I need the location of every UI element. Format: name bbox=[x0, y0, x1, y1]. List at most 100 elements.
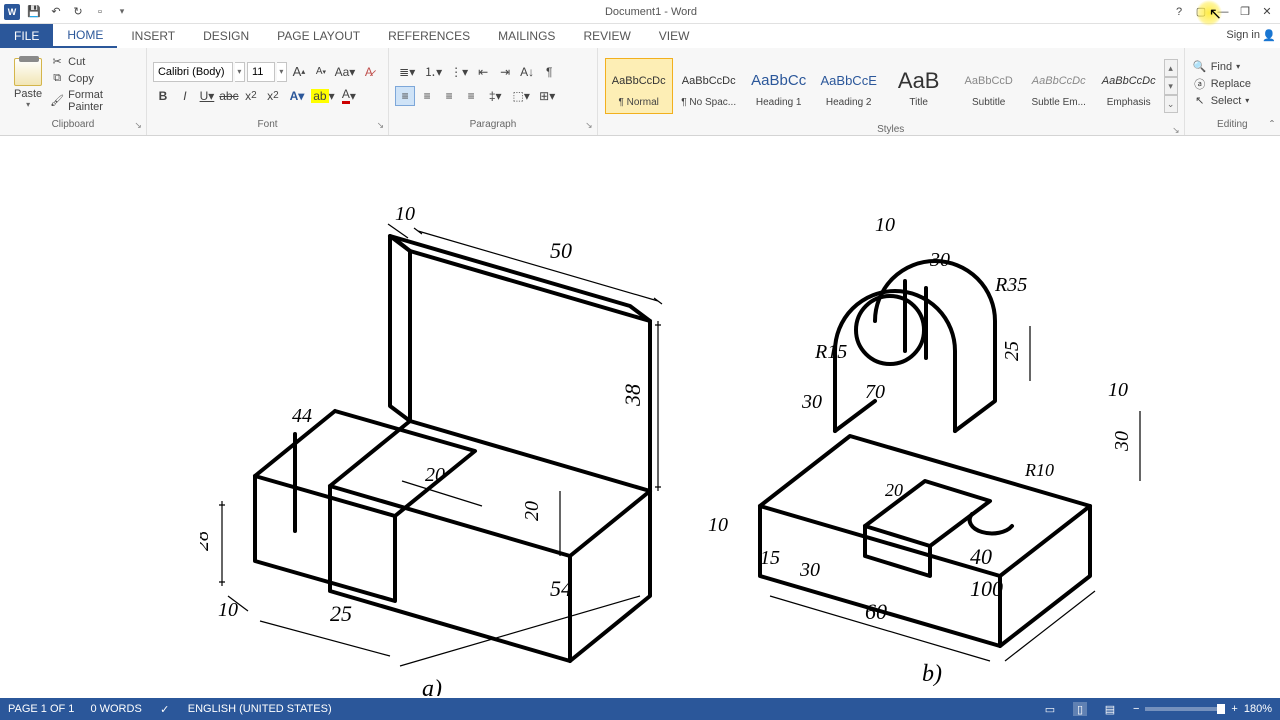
group-label-editing: Editing bbox=[1185, 119, 1280, 135]
tab-insert[interactable]: INSERT bbox=[117, 24, 189, 48]
qat-customize-icon[interactable]: ▾ bbox=[114, 4, 130, 20]
redo-icon[interactable]: ↻ bbox=[70, 4, 86, 20]
svg-text:54: 54 bbox=[550, 576, 572, 601]
status-language[interactable]: ENGLISH (UNITED STATES) bbox=[188, 703, 332, 715]
style-subtle-em[interactable]: AaBbCcDcSubtle Em... bbox=[1025, 58, 1093, 114]
grow-font-icon[interactable]: A▴ bbox=[289, 62, 309, 82]
sort-icon[interactable]: A↓ bbox=[517, 62, 537, 82]
svg-text:20: 20 bbox=[521, 501, 543, 521]
font-size-field[interactable] bbox=[247, 62, 275, 82]
italic-icon[interactable]: I bbox=[175, 86, 195, 106]
undo-icon[interactable]: ↶ bbox=[48, 4, 64, 20]
strike-icon[interactable]: abc bbox=[219, 86, 239, 106]
ribbon-display-icon[interactable]: ▢ bbox=[1194, 5, 1208, 19]
clipboard-dialog-icon[interactable]: ↘ bbox=[134, 120, 142, 131]
sign-in[interactable]: Sign in👤 bbox=[1226, 28, 1276, 42]
svg-text:10: 10 bbox=[218, 599, 238, 621]
styles-more-icon[interactable]: ⌄ bbox=[1164, 95, 1178, 113]
font-size-dropdown[interactable]: ▾ bbox=[277, 62, 287, 82]
copy-icon: ⧉ bbox=[50, 72, 64, 86]
bold-icon[interactable]: B bbox=[153, 86, 173, 106]
numbering-icon[interactable]: ⒈▾ bbox=[421, 62, 445, 82]
help-icon[interactable]: ? bbox=[1172, 5, 1186, 19]
multilevel-icon[interactable]: ⋮▾ bbox=[447, 62, 471, 82]
line-spacing-icon[interactable]: ‡▾ bbox=[483, 86, 507, 106]
style-no-spacing[interactable]: AaBbCcDc¶ No Spac... bbox=[675, 58, 743, 114]
web-layout-icon[interactable]: ▤ bbox=[1103, 702, 1117, 716]
status-page[interactable]: PAGE 1 OF 1 bbox=[8, 703, 74, 715]
tab-file[interactable]: FILE bbox=[0, 24, 53, 48]
status-words[interactable]: 0 WORDS bbox=[90, 703, 141, 715]
shrink-font-icon[interactable]: A▾ bbox=[311, 62, 331, 82]
font-color-icon[interactable]: A▾ bbox=[337, 86, 361, 106]
minimize-icon[interactable]: — bbox=[1216, 5, 1230, 19]
borders-icon[interactable]: ⊞▾ bbox=[535, 86, 559, 106]
cut-button[interactable]: ✂Cut bbox=[50, 55, 140, 69]
superscript-icon[interactable]: x2 bbox=[263, 86, 283, 106]
tab-home[interactable]: HOME bbox=[53, 24, 117, 48]
replace-button[interactable]: ⓐReplace bbox=[1193, 77, 1251, 91]
styles-gallery[interactable]: AaBbCcDc¶ Normal AaBbCcDc¶ No Spac... Aa… bbox=[604, 50, 1178, 122]
clear-format-icon[interactable]: A̷ bbox=[359, 62, 379, 82]
style-subtitle[interactable]: AaBbCcDSubtitle bbox=[955, 58, 1023, 114]
zoom-in-icon[interactable]: + bbox=[1231, 703, 1237, 715]
find-button[interactable]: 🔍Find▾ bbox=[1193, 60, 1251, 74]
change-case-icon[interactable]: Aa▾ bbox=[333, 62, 357, 82]
collapse-ribbon-icon[interactable]: ˆ bbox=[1270, 118, 1274, 132]
font-name-field[interactable] bbox=[153, 62, 233, 82]
styles-scroll-down-icon[interactable]: ▾ bbox=[1164, 77, 1178, 95]
subscript-icon[interactable]: x2 bbox=[241, 86, 261, 106]
drawing-b: 10 30 R35 R15 25 30 70 10 30 20 R10 10 1… bbox=[690, 176, 1160, 686]
zoom-value[interactable]: 180% bbox=[1244, 703, 1272, 715]
style-emphasis[interactable]: AaBbCcDcEmphasis bbox=[1095, 58, 1163, 114]
scissors-icon: ✂ bbox=[50, 55, 64, 69]
styles-dialog-icon[interactable]: ↘ bbox=[1172, 125, 1180, 136]
paste-button[interactable]: Paste ▾ bbox=[6, 54, 50, 113]
svg-text:44: 44 bbox=[292, 405, 312, 427]
font-name-dropdown[interactable]: ▾ bbox=[235, 62, 245, 82]
svg-text:R35: R35 bbox=[994, 274, 1027, 296]
underline-icon[interactable]: U▾ bbox=[197, 86, 217, 106]
find-icon: 🔍 bbox=[1193, 60, 1207, 74]
text-effects-icon[interactable]: A▾ bbox=[285, 86, 309, 106]
highlight-icon[interactable]: ab▾ bbox=[311, 86, 335, 106]
tab-mailings[interactable]: MAILINGS bbox=[484, 24, 569, 48]
zoom-out-icon[interactable]: − bbox=[1133, 703, 1139, 715]
document-area[interactable]: 10 50 38 44 20 20 28 10 25 54 a) bbox=[0, 136, 1280, 698]
style-heading2[interactable]: AaBbCcEHeading 2 bbox=[815, 58, 883, 114]
save-icon[interactable]: 💾 bbox=[26, 4, 42, 20]
style-title[interactable]: AaBTitle bbox=[885, 58, 953, 114]
bullets-icon[interactable]: ≣▾ bbox=[395, 62, 419, 82]
ribbon-tabs: FILE HOME INSERT DESIGN PAGE LAYOUT REFE… bbox=[0, 24, 1280, 48]
zoom-slider[interactable] bbox=[1145, 707, 1225, 711]
font-dialog-icon[interactable]: ↘ bbox=[377, 120, 385, 131]
tab-view[interactable]: VIEW bbox=[645, 24, 704, 48]
align-right-icon[interactable]: ≡ bbox=[439, 86, 459, 106]
spellcheck-icon[interactable]: ✓ bbox=[158, 702, 172, 716]
word-app-icon: W bbox=[4, 4, 20, 20]
print-layout-icon[interactable]: ▯ bbox=[1073, 702, 1087, 716]
maximize-icon[interactable]: ❐ bbox=[1238, 5, 1252, 19]
align-left-icon[interactable]: ≡ bbox=[395, 86, 415, 106]
tab-references[interactable]: REFERENCES bbox=[374, 24, 484, 48]
select-button[interactable]: ↖Select▾ bbox=[1193, 94, 1251, 108]
copy-button[interactable]: ⧉Copy bbox=[50, 72, 140, 86]
align-center-icon[interactable]: ≡ bbox=[417, 86, 437, 106]
close-icon[interactable]: ✕ bbox=[1260, 5, 1274, 19]
tab-design[interactable]: DESIGN bbox=[189, 24, 263, 48]
status-bar: PAGE 1 OF 1 0 WORDS ✓ ENGLISH (UNITED ST… bbox=[0, 698, 1280, 720]
justify-icon[interactable]: ≡ bbox=[461, 86, 481, 106]
tab-page-layout[interactable]: PAGE LAYOUT bbox=[263, 24, 374, 48]
shading-icon[interactable]: ⬚▾ bbox=[509, 86, 533, 106]
format-painter-button[interactable]: 🖌Format Painter bbox=[50, 89, 140, 113]
styles-scroll-up-icon[interactable]: ▴ bbox=[1164, 59, 1178, 77]
dec-indent-icon[interactable]: ⇤ bbox=[473, 62, 493, 82]
show-marks-icon[interactable]: ¶ bbox=[539, 62, 559, 82]
style-heading1[interactable]: AaBbCcHeading 1 bbox=[745, 58, 813, 114]
read-mode-icon[interactable]: ▭ bbox=[1043, 702, 1057, 716]
inc-indent-icon[interactable]: ⇥ bbox=[495, 62, 515, 82]
newdoc-icon[interactable]: ▫ bbox=[92, 4, 108, 20]
tab-review[interactable]: REVIEW bbox=[569, 24, 644, 48]
style-normal[interactable]: AaBbCcDc¶ Normal bbox=[605, 58, 673, 114]
paragraph-dialog-icon[interactable]: ↘ bbox=[585, 120, 593, 131]
